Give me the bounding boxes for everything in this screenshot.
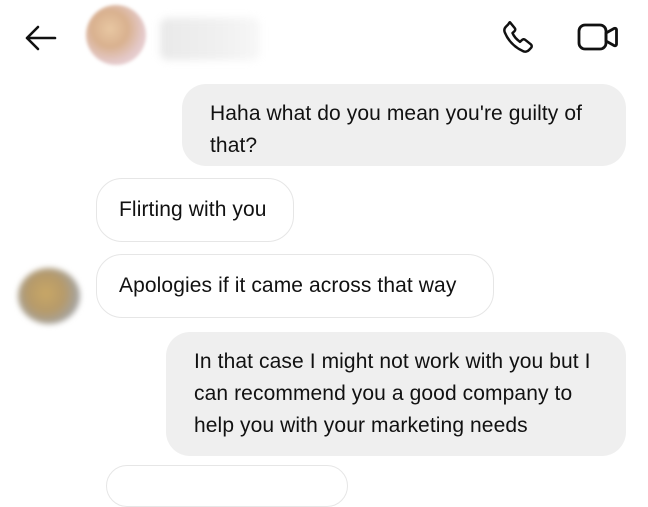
- video-call-button[interactable]: [570, 18, 626, 60]
- message-outgoing[interactable]: Haha what do you mean you're guilty of t…: [182, 84, 626, 166]
- message-incoming[interactable]: Flirting with you: [96, 178, 294, 242]
- message-outgoing[interactable]: In that case I might not work with you b…: [166, 332, 626, 456]
- chat-header: [0, 0, 648, 80]
- video-camera-icon: [575, 19, 621, 60]
- contact-avatar[interactable]: [86, 5, 146, 65]
- audio-call-button[interactable]: [494, 18, 544, 60]
- message-incoming-partial[interactable]: [106, 465, 348, 507]
- message-incoming[interactable]: Apologies if it came across that way: [96, 254, 494, 318]
- sender-avatar[interactable]: [18, 268, 80, 324]
- arrow-left-icon: [21, 22, 61, 59]
- phone-icon: [499, 17, 539, 62]
- contact-name[interactable]: [160, 18, 260, 60]
- back-button[interactable]: [18, 22, 64, 58]
